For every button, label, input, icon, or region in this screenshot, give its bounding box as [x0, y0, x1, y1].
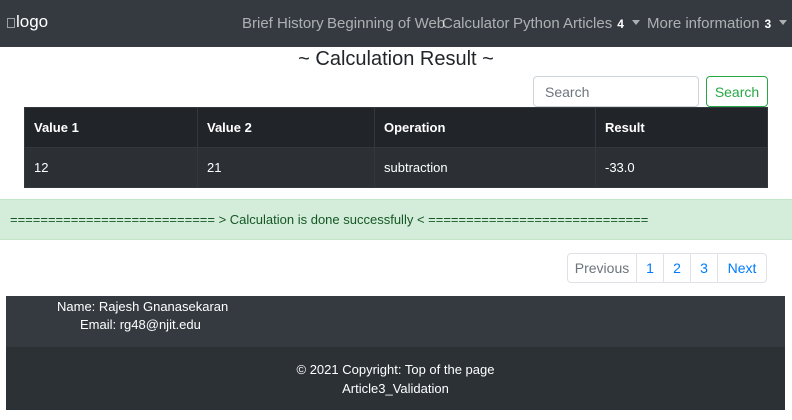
- search-button[interactable]: Search: [706, 76, 768, 107]
- nav-python-articles-label: Python Articles: [513, 15, 613, 32]
- search-input[interactable]: [533, 76, 699, 107]
- more-information-count-badge: 3: [764, 17, 772, 31]
- page-title: ~ Calculation Result ~: [298, 48, 494, 70]
- cell-operation: subtraction: [374, 147, 596, 188]
- column-header-value-1: Value 1: [24, 107, 198, 148]
- cell-value-2: 21: [197, 147, 375, 188]
- column-header-result: Result: [595, 107, 768, 148]
- pagination: Previous 1 2 3 Next: [567, 253, 767, 283]
- top-of-page-link[interactable]: © 2021 Copyright: Top of the page: [6, 362, 785, 377]
- broken-image-icon: [7, 18, 15, 28]
- author-email: Email: rg48@njit.edu: [80, 317, 201, 332]
- column-header-value-2: Value 2: [197, 107, 375, 148]
- cell-value-1: 12: [24, 147, 198, 188]
- nav-python-articles-dropdown[interactable]: Python Articles 4: [513, 15, 640, 32]
- column-header-operation: Operation: [374, 107, 596, 148]
- nav-more-information-label: More information: [647, 15, 760, 32]
- logo-link[interactable]: logo: [7, 12, 48, 32]
- logo-alt-text: logo: [16, 12, 49, 31]
- article-name: Article3_Validation: [342, 381, 449, 396]
- table-header-row: Value 1 Value 2 Operation Result: [24, 107, 768, 148]
- pagination-next[interactable]: Next: [717, 253, 767, 283]
- result-table: Value 1 Value 2 Operation Result 12 21 s…: [24, 107, 768, 188]
- footer-copyright: © 2021 Copyright: Top of the page Articl…: [6, 347, 785, 410]
- chevron-down-icon: [779, 20, 788, 25]
- cell-result: -33.0: [595, 147, 768, 188]
- python-articles-count-badge: 4: [617, 17, 624, 31]
- table-row: 12 21 subtraction -33.0: [24, 147, 768, 188]
- pagination-previous[interactable]: Previous: [567, 253, 637, 283]
- pagination-page-1[interactable]: 1: [636, 253, 664, 283]
- chevron-down-icon: [631, 20, 640, 25]
- author-name: Name: Rajesh Gnanasekaran: [57, 299, 229, 314]
- nav-beginning-of-web[interactable]: Beginning of Web: [327, 15, 445, 32]
- nav-more-information-dropdown[interactable]: More information 3: [647, 15, 788, 32]
- success-alert: =========================== > Calculatio…: [0, 199, 792, 240]
- pagination-page-3[interactable]: 3: [690, 253, 718, 283]
- footer-contact: Name: Rajesh Gnanasekaran Email: rg48@nj…: [6, 296, 785, 347]
- nav-brief-history[interactable]: Brief History: [242, 15, 324, 32]
- navbar: logo Brief History Beginning of Web Calc…: [0, 0, 792, 47]
- pagination-page-2[interactable]: 2: [663, 253, 691, 283]
- nav-calculator[interactable]: Calculator: [442, 15, 510, 32]
